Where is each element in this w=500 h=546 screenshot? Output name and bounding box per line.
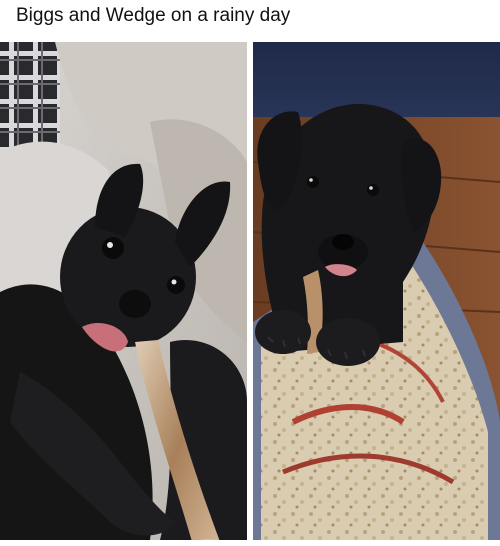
post-caption: Biggs and Wedge on a rainy day (16, 5, 291, 26)
photo-biggs[interactable] (0, 42, 247, 540)
photo-wedge[interactable] (253, 42, 500, 540)
photo-wedge-image (253, 42, 500, 540)
photo-biggs-image (0, 42, 247, 540)
